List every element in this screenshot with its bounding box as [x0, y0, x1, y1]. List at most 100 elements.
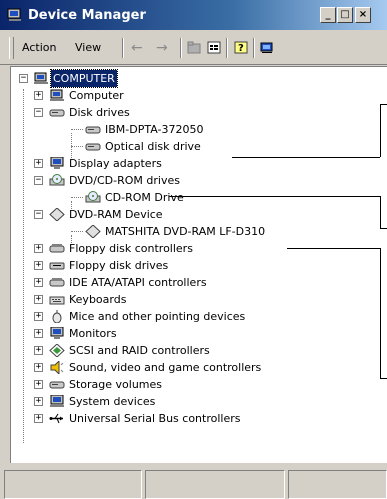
tree-item-label: Mice and other pointing devices: [69, 310, 246, 323]
tree-item-label: Keyboards: [69, 293, 127, 306]
expand-toggle[interactable]: +: [34, 261, 43, 270]
disk-drive-icon: [49, 109, 65, 117]
tree-item-label: Optical disk drive: [105, 140, 201, 153]
status-pane: [288, 470, 387, 499]
toolbar-separator: [226, 38, 228, 58]
expand-toggle[interactable]: +: [34, 312, 43, 321]
toolbar-separator: [122, 38, 124, 58]
tree-item-label: CD-ROM Drive: [105, 191, 184, 204]
tree-root[interactable]: − COMPUTER: [11, 69, 211, 88]
tree-item-label: DVD/CD-ROM drives: [69, 174, 180, 187]
tree-root-label: COMPUTER: [50, 69, 118, 88]
tree-item-label: Display adapters: [69, 157, 162, 170]
dvd-ram-icon: [49, 208, 65, 221]
tree-branch: [71, 231, 83, 232]
callout-line: [169, 196, 380, 197]
expand-toggle[interactable]: +: [34, 244, 43, 253]
monitor-icon: [50, 327, 64, 339]
forward-arrow-icon[interactable]: →: [156, 40, 168, 56]
floppy-controller-icon: [49, 244, 65, 253]
expand-toggle[interactable]: +: [34, 363, 43, 372]
tree-item-label: IDE ATA/ATAPI controllers: [69, 276, 207, 289]
menu-toolbar: Action View ← → ?: [0, 30, 387, 65]
toolbar-separator: [253, 38, 255, 58]
menu-action[interactable]: Action: [22, 41, 56, 54]
storage-volume-icon: [49, 381, 65, 389]
status-pane: [4, 470, 142, 499]
collapse-toggle[interactable]: −: [19, 74, 28, 83]
callout-line: [380, 104, 381, 157]
tree-branch: [71, 197, 83, 198]
expand-toggle[interactable]: +: [34, 295, 43, 304]
tree-item-label: SCSI and RAID controllers: [69, 344, 210, 357]
disk-drive-icon: [85, 143, 101, 151]
device-tree[interactable]: − COMPUTER + Computer − Disk drives IBM-…: [10, 66, 387, 463]
expand-toggle[interactable]: +: [34, 346, 43, 355]
tree-branch: [71, 146, 83, 147]
floppy-drive-icon: [49, 262, 65, 270]
callout-line: [287, 248, 380, 249]
tree-item-label: IBM-DPTA-372050: [105, 123, 204, 136]
callout-line: [380, 248, 381, 378]
tree-item-label: System devices: [69, 395, 156, 408]
window-title: Device Manager: [28, 8, 146, 23]
callout-line: [380, 378, 387, 379]
toolbar-separator: [180, 38, 182, 58]
scan-hardware-icon[interactable]: [260, 41, 274, 54]
expand-toggle[interactable]: +: [34, 329, 43, 338]
tree-item-label: MATSHITA DVD-RAM LF-D310: [105, 225, 266, 238]
monitor-icon: [50, 157, 64, 169]
tree-item-label: Floppy disk controllers: [69, 242, 193, 255]
expand-toggle[interactable]: +: [34, 380, 43, 389]
collapse-toggle[interactable]: −: [34, 108, 43, 117]
device-manager-icon: [7, 8, 21, 21]
minimize-button[interactable]: _: [320, 7, 336, 23]
back-arrow-icon[interactable]: ←: [131, 40, 143, 56]
toolbar-grip[interactable]: [9, 37, 14, 59]
callout-line: [380, 228, 387, 229]
dvd-ram-icon: [85, 225, 101, 238]
scsi-controller-icon: [49, 344, 65, 357]
computer-icon: [34, 72, 48, 84]
svg-text:?: ?: [238, 43, 244, 54]
maximize-button[interactable]: □: [337, 7, 353, 23]
tree-item-label: Floppy disk drives: [69, 259, 169, 272]
tree-item-label: Storage volumes: [69, 378, 163, 391]
callout-line: [380, 104, 387, 105]
menu-view-label: View: [75, 41, 102, 54]
usb-icon: [49, 413, 63, 424]
up-folder-icon[interactable]: [187, 41, 201, 54]
menu-view[interactable]: View: [75, 41, 101, 54]
ide-controller-icon: [49, 278, 65, 287]
expand-toggle[interactable]: +: [34, 278, 43, 287]
mouse-icon: [52, 310, 62, 323]
expand-toggle[interactable]: +: [34, 414, 43, 423]
collapse-toggle[interactable]: −: [34, 176, 43, 185]
disk-drive-icon: [85, 126, 101, 134]
status-bar: [0, 466, 387, 499]
tree-item-label: Computer: [69, 89, 124, 102]
tree-branch: [71, 129, 83, 130]
tree-item-label: Sound, video and game controllers: [69, 361, 262, 374]
callout-line: [380, 196, 381, 228]
tree-root-line: [23, 89, 24, 443]
speaker-icon: [50, 361, 64, 374]
tree-item-label: Disk drives: [69, 106, 130, 119]
collapse-toggle[interactable]: −: [34, 210, 43, 219]
tree-item-label: DVD-RAM Device: [69, 208, 163, 221]
callout-line: [232, 157, 380, 158]
expand-toggle[interactable]: +: [34, 159, 43, 168]
computer-icon: [50, 89, 64, 101]
expand-toggle[interactable]: +: [34, 91, 43, 100]
menu-action-label: Action: [22, 41, 57, 54]
keyboard-icon: [49, 296, 65, 305]
properties-icon[interactable]: [207, 41, 221, 54]
expand-toggle[interactable]: +: [34, 397, 43, 406]
help-icon[interactable]: ?: [234, 41, 248, 54]
title-bar[interactable]: Device Manager _ □ ×: [0, 0, 387, 30]
tree-item-label: Monitors: [69, 327, 117, 340]
cd-rom-icon: [85, 191, 101, 203]
system-device-icon: [50, 395, 64, 407]
tree-item-label: Universal Serial Bus controllers: [69, 412, 241, 425]
close-button[interactable]: ×: [355, 7, 371, 23]
